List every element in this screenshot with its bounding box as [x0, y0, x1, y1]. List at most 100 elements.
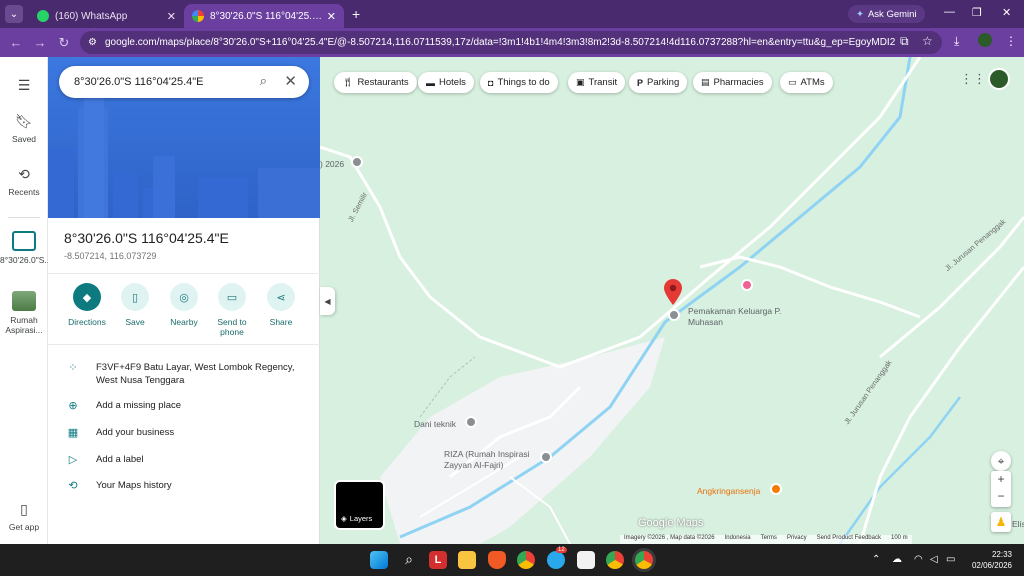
zoom-in-button[interactable]: + — [991, 471, 1011, 488]
chip-things-to-do[interactable]: ◘ Things to do — [480, 72, 558, 93]
poi-marker-icon[interactable] — [351, 156, 363, 168]
wifi-icon[interactable]: ◠ — [914, 554, 923, 565]
scale-bar[interactable]: 100 m — [891, 535, 908, 544]
chip-restaurants[interactable]: 🍴︎ Restaurants — [334, 72, 417, 93]
poi-marker-icon[interactable] — [465, 416, 477, 428]
tray-chevron-up-icon[interactable]: ⌃ — [872, 554, 880, 565]
nearby-button[interactable]: ◎ Nearby — [160, 283, 208, 327]
divider — [48, 344, 320, 345]
gemini-spark-icon: ✦ — [856, 8, 864, 20]
weather-icon[interactable]: ☁ — [892, 554, 902, 565]
close-tab-icon[interactable]: ✕ — [167, 10, 176, 23]
add-business-row[interactable]: ▦ Add your business — [64, 426, 174, 439]
rail-recent-rumah-aspirasi[interactable]: Rumah Aspirasi... — [0, 291, 48, 335]
map-attribution: Imagery ©2026 , Map data ©2026 Indonesia… — [620, 535, 912, 544]
rail-get-app[interactable]: ▯ Get app — [0, 501, 48, 532]
label-icon: ▷ — [68, 454, 78, 466]
row-label: Add a label — [96, 454, 144, 465]
new-tab-icon[interactable]: + — [352, 6, 360, 22]
telegram-icon[interactable]: 12 — [547, 547, 567, 569]
download-icon[interactable]: ⤓ — [954, 34, 959, 49]
profile-avatar[interactable] — [978, 33, 992, 47]
tab-google-maps[interactable]: 8°30'26.0"S 116°04'25.4"E - Goo ✕ — [184, 4, 344, 28]
close-window-icon[interactable]: ✕ — [1002, 6, 1011, 19]
save-button[interactable]: ▯ Save — [111, 283, 159, 327]
rail-saved[interactable]: 🔖︎ Saved — [0, 113, 48, 144]
my-location-button[interactable]: ⌖ — [991, 451, 1011, 471]
maps-history-row[interactable]: ⟲ Your Maps history — [64, 479, 171, 492]
tab-whatsapp[interactable]: (160) WhatsApp ✕ — [29, 4, 184, 28]
feedback-link[interactable]: Send Product Feedback — [817, 535, 881, 544]
rail-recents[interactable]: ⟲ Recents — [0, 166, 48, 197]
app-icon[interactable] — [577, 551, 595, 569]
share-button[interactable]: ⋖ Share — [257, 283, 305, 327]
layers-label: Layers — [349, 514, 373, 523]
more-menu-icon[interactable]: ⋮ — [1005, 34, 1017, 48]
app-l-icon[interactable]: L — [429, 551, 447, 569]
search-icon[interactable]: ⌕ — [400, 551, 418, 569]
poi-label-angkringansenja[interactable]: Angkringansenja — [697, 486, 760, 496]
zoom-out-button[interactable]: − — [991, 488, 1011, 505]
plus-code-row[interactable]: ⁘ F3VF+4F9 Batu Layar, West Lombok Regen… — [64, 361, 306, 387]
account-avatar[interactable] — [988, 68, 1010, 90]
tab-search-button[interactable]: ⌄ — [5, 5, 23, 23]
google-maps-icon — [192, 10, 204, 22]
rail-label: Get app — [8, 522, 40, 532]
restaurant-poi-icon[interactable] — [770, 483, 782, 495]
send-to-phone-button[interactable]: ▭ Send to phone — [208, 283, 256, 337]
add-missing-place-row[interactable]: ⊕ Add a missing place — [64, 399, 181, 412]
menu-button[interactable]: ☰ — [0, 77, 48, 98]
close-icon[interactable]: ✕ — [284, 72, 297, 90]
add-place-pin-icon: ⊕ — [68, 400, 78, 412]
privacy-link[interactable]: Privacy — [787, 535, 807, 544]
chip-atms[interactable]: ▭ ATMs — [780, 72, 833, 93]
search-box[interactable]: 8°30'26.0"S 116°04'25.4"E ⌕ ✕ — [59, 66, 309, 98]
chip-label: Pharmacies — [713, 77, 764, 88]
map-canvas[interactable]: 🍴︎ Restaurants ▬ Hotels ◘ Things to do ▣ Tra… — [320, 57, 1024, 544]
chip-hotels[interactable]: ▬ Hotels — [418, 72, 474, 93]
rail-recent-coordinates[interactable]: 8°30'26.0"S... — [0, 231, 52, 265]
layers-button[interactable]: ◈ Layers — [334, 480, 385, 530]
address-bar[interactable]: ⚙ google.com/maps/place/8°30'26.0"S+116°… — [80, 31, 942, 54]
brave-browser-icon[interactable] — [488, 551, 506, 569]
cemetery-poi-icon[interactable] — [668, 309, 680, 321]
region-link[interactable]: Indonesia — [725, 535, 751, 544]
action-label: Save — [125, 317, 145, 327]
close-tab-icon[interactable]: ✕ — [327, 10, 336, 23]
lodging-poi-icon[interactable] — [741, 279, 753, 291]
bookmark-star-icon[interactable]: ☆ — [922, 34, 933, 48]
volume-icon[interactable]: ◁ — [930, 554, 938, 565]
place-thumbnail — [12, 291, 36, 311]
battery-icon[interactable]: ▭ — [946, 554, 955, 565]
ask-gemini-button[interactable]: ✦ Ask Gemini — [848, 5, 925, 23]
chrome-profile-icon[interactable] — [606, 551, 624, 569]
site-info-icon[interactable]: ⚙ — [88, 37, 97, 48]
chip-pharmacies[interactable]: ▤ Pharmacies — [693, 72, 772, 93]
terms-link[interactable]: Terms — [761, 535, 777, 544]
search-icon[interactable]: ⌕ — [260, 73, 267, 89]
collapse-panel-button[interactable]: ◀ — [320, 287, 335, 315]
poi-label-pemakaman[interactable]: Pemakaman Keluarga P. Muhasan — [688, 306, 783, 328]
poi-label-riza[interactable]: RIZA (Rumah Inspirasi Zayyan Al-Fajri) — [444, 449, 539, 471]
forward-icon[interactable]: → — [28, 35, 52, 50]
search-input[interactable]: 8°30'26.0"S 116°04'25.4"E — [74, 76, 203, 88]
start-windows-icon[interactable] — [370, 551, 388, 569]
minimize-icon[interactable]: — — [944, 6, 955, 18]
install-app-icon[interactable]: ⧉ — [900, 34, 909, 49]
poi-marker-icon[interactable] — [540, 451, 552, 463]
location-pin-icon[interactable] — [664, 279, 682, 305]
back-icon[interactable]: ← — [4, 35, 28, 50]
chip-transit[interactable]: ▣ Transit — [568, 72, 626, 93]
file-explorer-icon[interactable] — [458, 551, 476, 569]
chrome-active-icon[interactable] — [635, 551, 653, 569]
reload-icon[interactable]: ↻ — [52, 35, 76, 51]
maximize-icon[interactable]: ❐ — [972, 6, 982, 19]
system-clock[interactable]: 22:33 02/06/2026 — [966, 549, 1012, 571]
add-label-row[interactable]: ▷ Add a label — [64, 453, 144, 466]
transit-icon: ▣ — [576, 77, 585, 87]
directions-button[interactable]: ◆ Directions — [63, 283, 111, 327]
chip-parking[interactable]: P Parking — [629, 72, 688, 93]
poi-label-dani-teknik[interactable]: Dani teknik — [414, 419, 456, 429]
chrome-icon[interactable] — [517, 551, 535, 569]
street-view-pegman[interactable]: ♟ — [991, 512, 1011, 532]
